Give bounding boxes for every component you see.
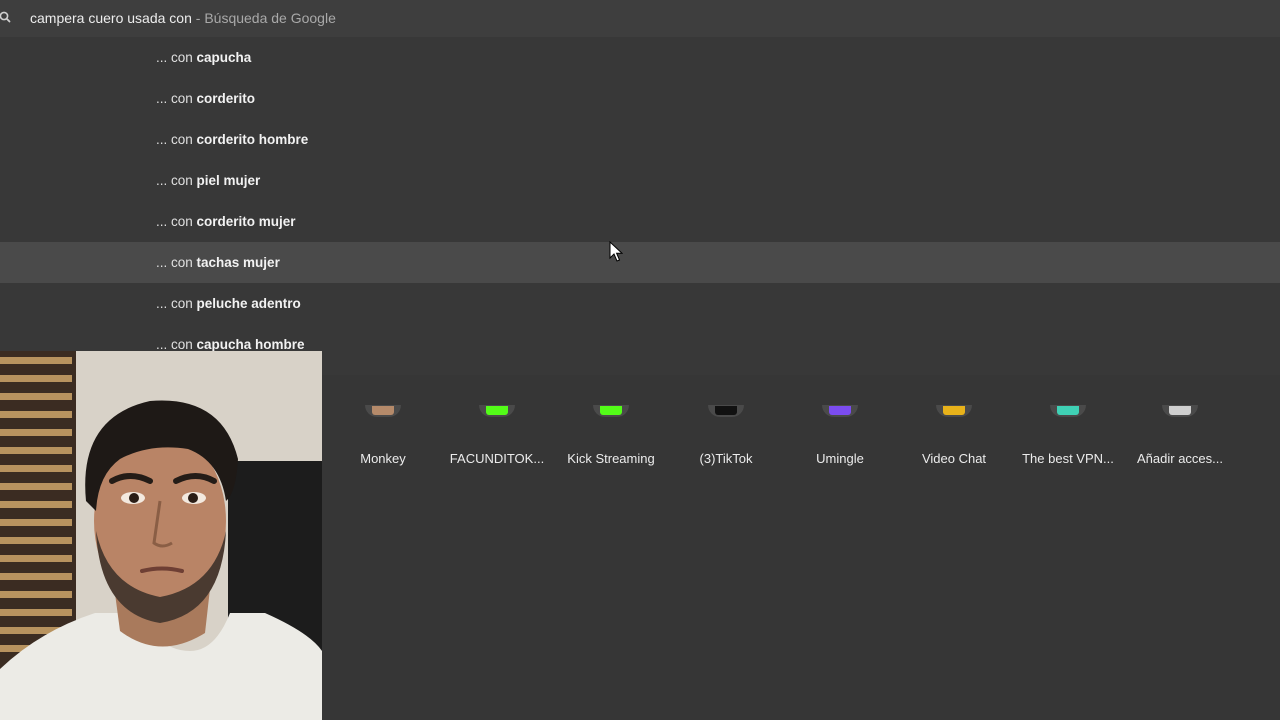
suggestion-completion: capucha (196, 50, 252, 65)
suggestion-text: ... con peluche adentro (156, 296, 301, 312)
shortcut-icon-circle (822, 405, 858, 417)
suggestion-item[interactable]: ... con corderito mujer (0, 201, 1280, 242)
tiktok-icon (715, 406, 737, 415)
suggestion-text: ... con corderito hombre (156, 132, 308, 148)
suggestion-text: ... con corderito mujer (156, 214, 296, 230)
shortcut-label: FACUNDITOK... (449, 451, 545, 466)
suggestion-list: ... con capucha... con corderito... con … (0, 37, 1280, 375)
shortcut-label: The best VPN... (1022, 451, 1114, 466)
umingle-icon (829, 406, 851, 415)
suggestion-text: ... con piel mujer (156, 173, 260, 189)
omnibox-typed-text: campera cuero usada con (30, 10, 192, 26)
suggestion-prefix: ... con (156, 132, 197, 147)
suggestion-item[interactable]: ... con capucha (0, 37, 1280, 78)
shortcut-tile[interactable]: Añadir acces... (1123, 405, 1237, 473)
suggestion-completion: capucha hombre (196, 337, 305, 352)
vpn-icon (1057, 406, 1079, 415)
shortcut-label: Añadir acces... (1137, 451, 1223, 466)
shortcut-icon-circle (936, 405, 972, 417)
shortcut-label: Umingle (816, 451, 864, 466)
shortcut-tile[interactable]: (3)TikTok (669, 405, 783, 473)
add-shortcut-icon (1169, 406, 1191, 415)
shortcut-label: Monkey (360, 451, 406, 466)
shortcut-icon-circle (708, 405, 744, 417)
suggestion-prefix: ... con (156, 173, 197, 188)
shortcut-tile[interactable]: Umingle (783, 405, 897, 473)
suggestion-prefix: ... con (156, 296, 197, 311)
suggestion-item[interactable]: ... con piel mujer (0, 160, 1280, 201)
suggestion-item[interactable]: ... con corderito hombre (0, 119, 1280, 160)
suggestion-prefix: ... con (156, 214, 197, 229)
suggestion-completion: piel mujer (196, 173, 261, 188)
shortcuts-grid: Monkey FACUNDITOK... Kick Streaming (3)TikT… (322, 405, 1280, 483)
suggestion-prefix: ... con (156, 255, 197, 270)
suggestion-completion: corderito mujer (196, 214, 296, 229)
suggestion-item[interactable]: ... con corderito (0, 78, 1280, 119)
suggestion-prefix: ... con (156, 337, 197, 352)
shortcut-tile[interactable]: Video Chat (897, 405, 1011, 473)
suggestion-text: ... con corderito (156, 91, 255, 107)
shortcut-tile[interactable]: FACUNDITOK... (440, 405, 554, 473)
search-icon (0, 11, 11, 23)
shortcut-icon-circle (365, 405, 401, 417)
omnibox-input[interactable]: campera cuero usada con - Búsqueda de Go… (30, 10, 336, 26)
video-chat-icon (943, 406, 965, 415)
webcam-image (0, 351, 322, 720)
suggestion-item[interactable]: ... con peluche adentro (0, 283, 1280, 324)
suggestion-prefix: ... con (156, 91, 197, 106)
suggestion-completion: corderito (196, 91, 256, 106)
shortcut-label: Video Chat (921, 451, 987, 466)
suggestion-completion: tachas mujer (196, 255, 280, 270)
suggestion-prefix: ... con (156, 50, 197, 65)
shortcut-label: Kick Streaming (567, 451, 655, 466)
suggestion-item[interactable]: ... con tachas mujer (0, 242, 1280, 283)
shortcut-icon-circle (593, 405, 629, 417)
kick-icon (486, 406, 508, 415)
monkey-icon (372, 406, 394, 415)
omnibox-suggestion-suffix: - Búsqueda de Google (191, 10, 336, 26)
webcam-overlay (0, 351, 322, 720)
omnibox[interactable]: campera cuero usada con - Búsqueda de Go… (0, 0, 1280, 37)
shortcut-tile[interactable]: Kick Streaming (554, 405, 668, 473)
shortcut-icon-circle (1162, 405, 1198, 417)
shortcut-icon-circle (1050, 405, 1086, 417)
shortcut-tile[interactable]: The best VPN... (1011, 405, 1125, 473)
suggestion-completion: corderito hombre (196, 132, 309, 147)
suggestion-completion: peluche adentro (196, 296, 301, 311)
shortcut-icon-circle (479, 405, 515, 417)
suggestion-text: ... con capucha (156, 50, 251, 66)
suggestion-text: ... con tachas mujer (156, 255, 280, 271)
shortcut-tile[interactable]: Monkey (326, 405, 440, 473)
mouse-cursor-icon (609, 241, 623, 262)
shortcut-label: (3)TikTok (699, 451, 753, 466)
kick-icon (600, 406, 622, 415)
